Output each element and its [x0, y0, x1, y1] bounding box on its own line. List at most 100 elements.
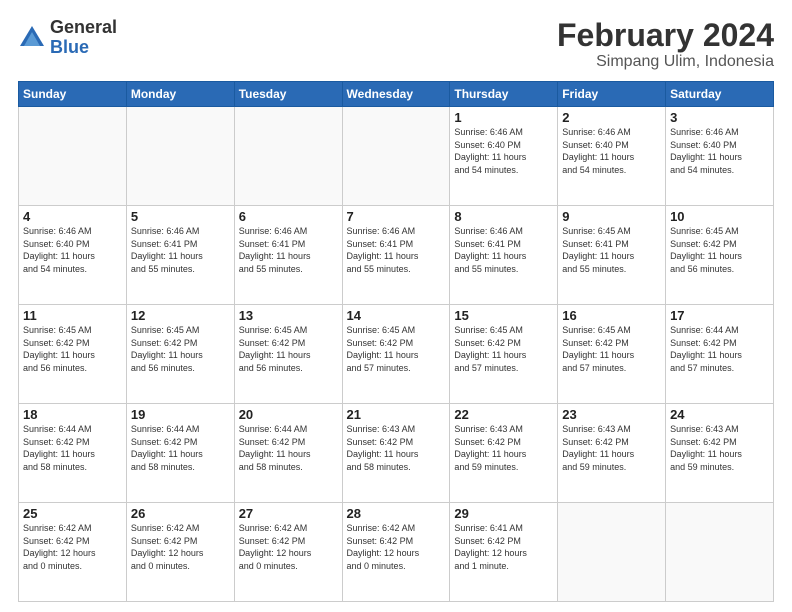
table-row: 2Sunrise: 6:46 AM Sunset: 6:40 PM Daylig… [558, 107, 666, 206]
table-row: 13Sunrise: 6:45 AM Sunset: 6:42 PM Dayli… [234, 305, 342, 404]
logo: General Blue [18, 18, 117, 58]
day-number: 23 [562, 407, 661, 422]
table-row: 27Sunrise: 6:42 AM Sunset: 6:42 PM Dayli… [234, 503, 342, 602]
day-number: 1 [454, 110, 553, 125]
day-info: Sunrise: 6:45 AM Sunset: 6:42 PM Dayligh… [670, 225, 769, 275]
day-info: Sunrise: 6:44 AM Sunset: 6:42 PM Dayligh… [670, 324, 769, 374]
day-info: Sunrise: 6:42 AM Sunset: 6:42 PM Dayligh… [131, 522, 230, 572]
table-row: 26Sunrise: 6:42 AM Sunset: 6:42 PM Dayli… [126, 503, 234, 602]
logo-blue: Blue [50, 38, 117, 58]
day-number: 27 [239, 506, 338, 521]
table-row [234, 107, 342, 206]
header-thursday: Thursday [450, 82, 558, 107]
table-row: 24Sunrise: 6:43 AM Sunset: 6:42 PM Dayli… [666, 404, 774, 503]
day-number: 20 [239, 407, 338, 422]
day-number: 7 [347, 209, 446, 224]
day-number: 4 [23, 209, 122, 224]
day-info: Sunrise: 6:44 AM Sunset: 6:42 PM Dayligh… [239, 423, 338, 473]
day-info: Sunrise: 6:46 AM Sunset: 6:41 PM Dayligh… [347, 225, 446, 275]
day-info: Sunrise: 6:46 AM Sunset: 6:40 PM Dayligh… [562, 126, 661, 176]
day-number: 16 [562, 308, 661, 323]
day-number: 6 [239, 209, 338, 224]
table-row: 28Sunrise: 6:42 AM Sunset: 6:42 PM Dayli… [342, 503, 450, 602]
header-friday: Friday [558, 82, 666, 107]
logo-icon [18, 24, 46, 52]
day-number: 3 [670, 110, 769, 125]
header-wednesday: Wednesday [342, 82, 450, 107]
header-tuesday: Tuesday [234, 82, 342, 107]
day-number: 25 [23, 506, 122, 521]
table-row: 1Sunrise: 6:46 AM Sunset: 6:40 PM Daylig… [450, 107, 558, 206]
table-row [558, 503, 666, 602]
calendar-table: Sunday Monday Tuesday Wednesday Thursday… [18, 81, 774, 602]
title-block: February 2024 Simpang Ulim, Indonesia [557, 18, 774, 71]
day-info: Sunrise: 6:44 AM Sunset: 6:42 PM Dayligh… [131, 423, 230, 473]
day-info: Sunrise: 6:45 AM Sunset: 6:42 PM Dayligh… [347, 324, 446, 374]
day-number: 15 [454, 308, 553, 323]
day-info: Sunrise: 6:46 AM Sunset: 6:41 PM Dayligh… [239, 225, 338, 275]
sub-title: Simpang Ulim, Indonesia [557, 53, 774, 71]
day-info: Sunrise: 6:46 AM Sunset: 6:41 PM Dayligh… [454, 225, 553, 275]
table-row: 17Sunrise: 6:44 AM Sunset: 6:42 PM Dayli… [666, 305, 774, 404]
main-title: February 2024 [557, 18, 774, 53]
table-row: 20Sunrise: 6:44 AM Sunset: 6:42 PM Dayli… [234, 404, 342, 503]
calendar-week-row: 18Sunrise: 6:44 AM Sunset: 6:42 PM Dayli… [19, 404, 774, 503]
table-row: 15Sunrise: 6:45 AM Sunset: 6:42 PM Dayli… [450, 305, 558, 404]
day-info: Sunrise: 6:42 AM Sunset: 6:42 PM Dayligh… [23, 522, 122, 572]
day-number: 13 [239, 308, 338, 323]
logo-text: General Blue [50, 18, 117, 58]
day-number: 24 [670, 407, 769, 422]
day-info: Sunrise: 6:46 AM Sunset: 6:40 PM Dayligh… [454, 126, 553, 176]
day-info: Sunrise: 6:43 AM Sunset: 6:42 PM Dayligh… [562, 423, 661, 473]
table-row [19, 107, 127, 206]
table-row: 8Sunrise: 6:46 AM Sunset: 6:41 PM Daylig… [450, 206, 558, 305]
logo-general: General [50, 18, 117, 38]
day-number: 17 [670, 308, 769, 323]
day-info: Sunrise: 6:45 AM Sunset: 6:42 PM Dayligh… [23, 324, 122, 374]
day-number: 22 [454, 407, 553, 422]
table-row: 5Sunrise: 6:46 AM Sunset: 6:41 PM Daylig… [126, 206, 234, 305]
calendar-week-row: 25Sunrise: 6:42 AM Sunset: 6:42 PM Dayli… [19, 503, 774, 602]
table-row [342, 107, 450, 206]
calendar-week-row: 1Sunrise: 6:46 AM Sunset: 6:40 PM Daylig… [19, 107, 774, 206]
day-number: 9 [562, 209, 661, 224]
day-info: Sunrise: 6:45 AM Sunset: 6:42 PM Dayligh… [239, 324, 338, 374]
table-row: 12Sunrise: 6:45 AM Sunset: 6:42 PM Dayli… [126, 305, 234, 404]
day-info: Sunrise: 6:46 AM Sunset: 6:40 PM Dayligh… [670, 126, 769, 176]
table-row: 18Sunrise: 6:44 AM Sunset: 6:42 PM Dayli… [19, 404, 127, 503]
table-row: 6Sunrise: 6:46 AM Sunset: 6:41 PM Daylig… [234, 206, 342, 305]
calendar-header-row: Sunday Monday Tuesday Wednesday Thursday… [19, 82, 774, 107]
header-saturday: Saturday [666, 82, 774, 107]
day-info: Sunrise: 6:46 AM Sunset: 6:41 PM Dayligh… [131, 225, 230, 275]
day-info: Sunrise: 6:43 AM Sunset: 6:42 PM Dayligh… [670, 423, 769, 473]
day-info: Sunrise: 6:44 AM Sunset: 6:42 PM Dayligh… [23, 423, 122, 473]
day-number: 21 [347, 407, 446, 422]
day-info: Sunrise: 6:45 AM Sunset: 6:42 PM Dayligh… [454, 324, 553, 374]
day-info: Sunrise: 6:42 AM Sunset: 6:42 PM Dayligh… [239, 522, 338, 572]
table-row [666, 503, 774, 602]
day-number: 26 [131, 506, 230, 521]
table-row: 10Sunrise: 6:45 AM Sunset: 6:42 PM Dayli… [666, 206, 774, 305]
calendar-week-row: 4Sunrise: 6:46 AM Sunset: 6:40 PM Daylig… [19, 206, 774, 305]
day-info: Sunrise: 6:43 AM Sunset: 6:42 PM Dayligh… [347, 423, 446, 473]
table-row: 7Sunrise: 6:46 AM Sunset: 6:41 PM Daylig… [342, 206, 450, 305]
table-row: 4Sunrise: 6:46 AM Sunset: 6:40 PM Daylig… [19, 206, 127, 305]
day-number: 14 [347, 308, 446, 323]
day-number: 11 [23, 308, 122, 323]
table-row: 25Sunrise: 6:42 AM Sunset: 6:42 PM Dayli… [19, 503, 127, 602]
table-row: 22Sunrise: 6:43 AM Sunset: 6:42 PM Dayli… [450, 404, 558, 503]
table-row: 29Sunrise: 6:41 AM Sunset: 6:42 PM Dayli… [450, 503, 558, 602]
header-monday: Monday [126, 82, 234, 107]
table-row [126, 107, 234, 206]
day-number: 5 [131, 209, 230, 224]
table-row: 3Sunrise: 6:46 AM Sunset: 6:40 PM Daylig… [666, 107, 774, 206]
day-info: Sunrise: 6:45 AM Sunset: 6:42 PM Dayligh… [131, 324, 230, 374]
table-row: 14Sunrise: 6:45 AM Sunset: 6:42 PM Dayli… [342, 305, 450, 404]
day-info: Sunrise: 6:42 AM Sunset: 6:42 PM Dayligh… [347, 522, 446, 572]
day-number: 2 [562, 110, 661, 125]
day-info: Sunrise: 6:43 AM Sunset: 6:42 PM Dayligh… [454, 423, 553, 473]
day-info: Sunrise: 6:45 AM Sunset: 6:41 PM Dayligh… [562, 225, 661, 275]
table-row: 9Sunrise: 6:45 AM Sunset: 6:41 PM Daylig… [558, 206, 666, 305]
day-number: 19 [131, 407, 230, 422]
header: General Blue February 2024 Simpang Ulim,… [18, 18, 774, 71]
